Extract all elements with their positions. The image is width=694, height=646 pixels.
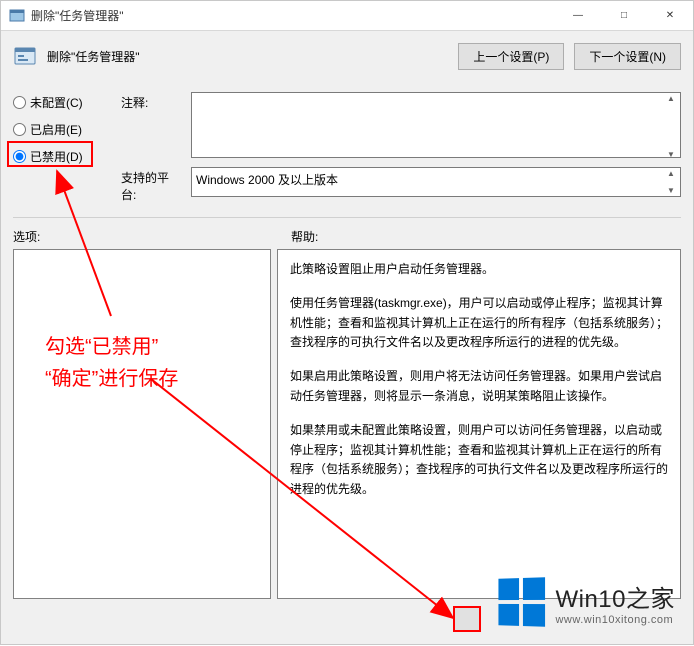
help-paragraph: 如果禁用或未配置此策略设置，则用户可以访问任务管理器，以启动或停止程序；监视其计… [290,421,668,500]
config-grid: 未配置(C) 已启用(E) 已禁用(D) 注释: ▲▼ 支持的平台: Windo… [13,92,681,203]
radio-not-configured-input[interactable] [13,96,26,109]
radio-not-configured-label: 未配置(C) [30,94,83,111]
policy-title: 删除"任务管理器" [47,48,140,65]
options-label: 选项: [13,228,271,245]
help-paragraph: 如果启用此策略设置，则用户将无法访问任务管理器。如果用户尝试启动任务管理器，则将… [290,367,668,407]
window-controls: — □ ✕ [555,1,693,30]
next-setting-button[interactable]: 下一个设置(N) [574,43,681,70]
next-setting-label: 下一个设置(N) [589,50,666,64]
radio-enabled-input[interactable] [13,123,26,136]
options-panel [13,249,271,599]
radio-disabled-label: 已禁用(D) [30,148,83,165]
panel-labels: 选项: 帮助: [13,228,681,245]
help-paragraph: 使用任务管理器(taskmgr.exe)，用户可以启动或停止程序；监视其计算机性… [290,294,668,353]
radio-enabled[interactable]: 已启用(E) [13,121,113,138]
radio-disabled[interactable]: 已禁用(D) [13,148,113,165]
radio-not-configured[interactable]: 未配置(C) [13,94,113,111]
header-row: 删除"任务管理器" 上一个设置(P) 下一个设置(N) [13,43,681,70]
radio-enabled-label: 已启用(E) [30,121,82,138]
app-icon [9,8,25,24]
help-paragraph: 此策略设置阻止用户启动任务管理器。 [290,260,668,280]
comment-textarea[interactable] [191,92,681,158]
comment-label: 注释: [121,92,183,111]
policy-icon [13,45,37,69]
panels-row: 此策略设置阻止用户启动任务管理器。 使用任务管理器(taskmgr.exe)，用… [13,249,681,599]
help-label: 帮助: [291,228,318,245]
titlebar: 删除"任务管理器" — □ ✕ [1,1,693,31]
radio-disabled-input[interactable] [13,150,26,163]
platform-label: 支持的平台: [121,167,183,203]
supported-platform-box: Windows 2000 及以上版本 [191,167,681,197]
previous-setting-label: 上一个设置(P) [473,50,549,64]
maximize-button[interactable]: □ [601,1,647,30]
previous-setting-button[interactable]: 上一个设置(P) [458,43,564,70]
separator [13,217,681,218]
window-title: 删除"任务管理器" [31,7,124,24]
content-area: 删除"任务管理器" 上一个设置(P) 下一个设置(N) 未配置(C) 已启用(E… [1,31,693,644]
supported-platform-value: Windows 2000 及以上版本 [196,173,338,187]
help-panel: 此策略设置阻止用户启动任务管理器。 使用任务管理器(taskmgr.exe)，用… [277,249,681,599]
close-button[interactable]: ✕ [647,1,693,30]
minimize-button[interactable]: — [555,1,601,30]
